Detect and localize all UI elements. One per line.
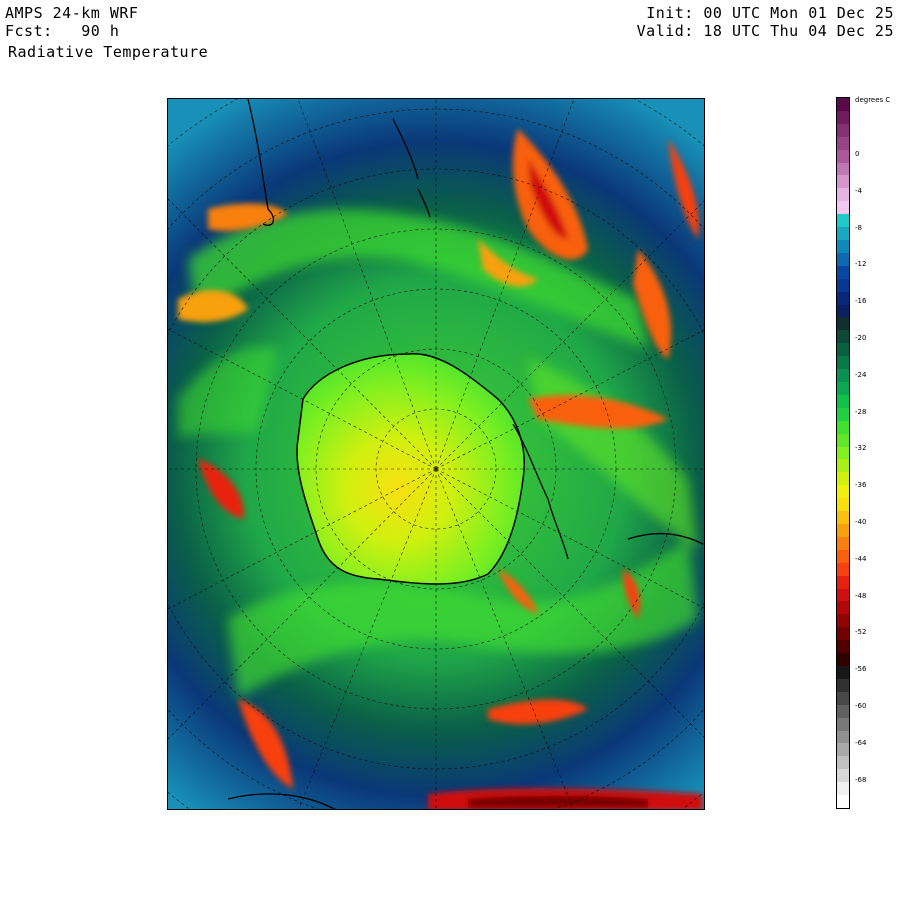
colorbar-cell — [837, 498, 849, 512]
colorbar-cell — [837, 330, 849, 344]
colorbar-cell — [837, 549, 849, 564]
colorbar-cell — [837, 524, 849, 538]
colorbar-cell — [837, 472, 849, 486]
colorbar-cell — [837, 304, 849, 318]
colorbar-cell — [837, 511, 849, 525]
colorbar-cell — [837, 356, 849, 370]
colorbar-cell — [837, 769, 849, 783]
colorbar-cell — [837, 704, 849, 719]
radiative-temperature-map — [168, 99, 704, 809]
colorbar-cell — [837, 743, 849, 757]
colorbar-units: degrees C — [855, 96, 891, 104]
colorbar-cell — [837, 601, 849, 615]
colorbar-tick-label: -48 — [855, 591, 867, 600]
colorbar-cell — [837, 201, 849, 215]
colorbar-tick-label: 0 — [855, 150, 860, 158]
colorbar-tick-label: -44 — [855, 554, 867, 563]
colorbar-cell — [837, 252, 849, 267]
colorbar-tick-label: -24 — [855, 370, 867, 379]
colorbar-cell — [837, 343, 849, 357]
colorbar-cell — [837, 691, 849, 706]
colorbar-tick-label: -40 — [855, 518, 867, 526]
colorbar-cell — [837, 98, 849, 112]
colorbar-cell — [837, 240, 849, 254]
colorbar-cell — [837, 536, 849, 551]
colorbar-cell — [837, 640, 849, 654]
colorbar-cell — [837, 756, 849, 770]
colorbar-cell — [837, 149, 849, 164]
colorbar-tick-label: -64 — [855, 738, 867, 747]
colorbar-tick-label: -52 — [855, 628, 867, 637]
colorbar-cell — [837, 369, 849, 383]
field-title: Radiative Temperature — [8, 43, 209, 61]
colorbar-cell — [837, 227, 849, 241]
colorbar-cell — [837, 110, 849, 125]
colorbar-cell — [837, 627, 849, 641]
colorbar-cell — [837, 459, 849, 473]
colorbar-tick-label: -32 — [855, 444, 867, 453]
colorbar-cell — [837, 588, 849, 602]
colorbar-cell — [837, 575, 849, 590]
colorbar-cell — [837, 214, 849, 228]
colorbar-cell — [837, 175, 849, 189]
colorbar-cell — [837, 291, 849, 306]
colorbar-tick-label: -28 — [855, 407, 867, 416]
colorbar-cell — [837, 420, 849, 435]
colorbar-cell — [837, 265, 849, 280]
colorbar-cell — [837, 278, 849, 293]
colorbar-cell — [837, 782, 849, 796]
colorbar-cell — [837, 795, 849, 809]
colorbar-cell — [837, 382, 849, 396]
colorbar-cell — [837, 717, 849, 732]
colorbar-tick-label: -60 — [855, 702, 867, 710]
colorbar-cell — [837, 678, 849, 693]
init-time: Init: 00 UTC Mon 01 Dec 25 — [646, 4, 894, 22]
colorbar-cell — [837, 730, 849, 744]
colorbar-cell — [837, 653, 849, 667]
colorbar — [836, 97, 850, 809]
colorbar-cell — [837, 485, 849, 499]
colorbar-cell — [837, 614, 849, 628]
colorbar-tick-label: -16 — [855, 297, 867, 306]
colorbar-cell — [837, 562, 849, 577]
colorbar-tick-label: -4 — [855, 186, 862, 195]
forecast-hour: Fcst: 90 h — [5, 22, 120, 40]
colorbar-cell — [837, 433, 849, 448]
colorbar-cell — [837, 188, 849, 202]
colorbar-tick-label: -8 — [855, 223, 862, 232]
colorbar-cell — [837, 162, 849, 176]
colorbar-tick-label: -20 — [855, 334, 867, 342]
colorbar-tick-label: -68 — [855, 775, 867, 784]
valid-time: Valid: 18 UTC Thu 04 Dec 25 — [636, 22, 894, 40]
colorbar-cell — [837, 136, 849, 151]
colorbar-cell — [837, 317, 849, 331]
colorbar-tick-label: -12 — [855, 260, 867, 269]
colorbar-cell — [837, 446, 849, 460]
map-panel — [167, 98, 705, 810]
colorbar-cell — [837, 394, 849, 409]
colorbar-cell — [837, 407, 849, 422]
colorbar-cell — [837, 666, 849, 680]
colorbar-cell — [837, 123, 849, 138]
colorbar-tick-label: -56 — [855, 665, 867, 674]
model-title: AMPS 24-km WRF — [5, 4, 139, 22]
colorbar-tick-label: -36 — [855, 481, 867, 490]
